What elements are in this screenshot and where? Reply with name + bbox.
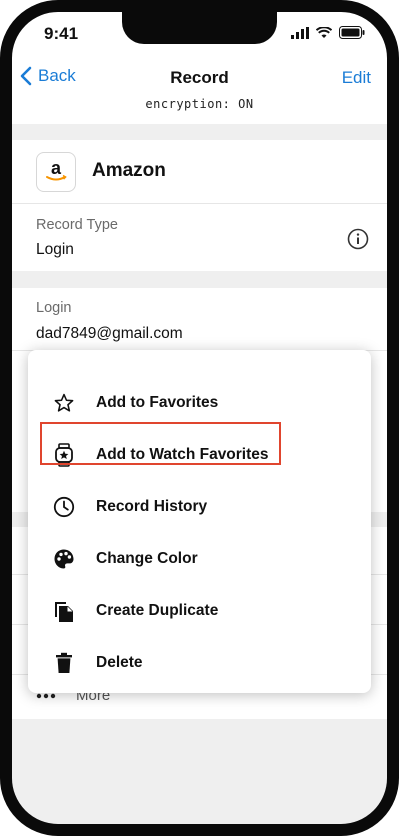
record-name: Amazon <box>92 160 166 181</box>
highlight-box <box>40 422 281 465</box>
record-type-label: Record Type <box>36 217 118 233</box>
menu-item-create-duplicate[interactable]: Create Duplicate <box>28 585 371 637</box>
palette-icon <box>52 547 76 571</box>
svg-text:a: a <box>51 158 62 178</box>
clock-icon <box>52 495 76 519</box>
menu-item-delete[interactable]: Delete <box>28 637 371 689</box>
menu-item-label: Delete <box>96 654 143 671</box>
status-icons <box>291 26 365 39</box>
encryption-status: encryption: ON <box>145 97 254 111</box>
signal-icon <box>291 26 309 39</box>
amazon-logo-icon: a <box>46 158 67 181</box>
bottom-area <box>12 719 387 824</box>
login-value[interactable]: dad7849@gmail.com <box>36 325 183 343</box>
star-outline-icon <box>52 391 76 415</box>
divider <box>12 203 387 204</box>
menu-item-label: Change Color <box>96 550 198 567</box>
screen: 9:41 Back Record Edit encryption: ON a A… <box>12 12 387 824</box>
menu-item-label: Add to Favorites <box>96 394 219 411</box>
duplicate-icon <box>52 599 76 623</box>
login-label: Login <box>36 300 72 316</box>
notch <box>122 12 277 44</box>
context-menu: Add to Favorites Add to Watch Favorites <box>28 350 371 693</box>
record-type-value: Login <box>36 241 74 258</box>
page-title: Record <box>170 68 229 87</box>
menu-item-record-history[interactable]: Record History <box>28 481 371 533</box>
menu-item-label: Create Duplicate <box>96 602 219 619</box>
phone: 9:41 Back Record Edit encryption: ON a A… <box>0 0 399 836</box>
more-dots-icon <box>36 693 56 698</box>
wifi-icon <box>316 26 332 38</box>
status-time: 9:41 <box>44 24 79 43</box>
info-icon[interactable] <box>347 228 369 250</box>
edit-button[interactable]: Edit <box>342 68 371 88</box>
section-separator <box>12 271 387 288</box>
menu-item-change-color[interactable]: Change Color <box>28 533 371 585</box>
section-separator <box>12 124 387 140</box>
battery-icon <box>339 26 365 39</box>
app-logo: a <box>36 152 76 192</box>
menu-item-label: Record History <box>96 498 208 515</box>
trash-icon <box>52 651 76 675</box>
